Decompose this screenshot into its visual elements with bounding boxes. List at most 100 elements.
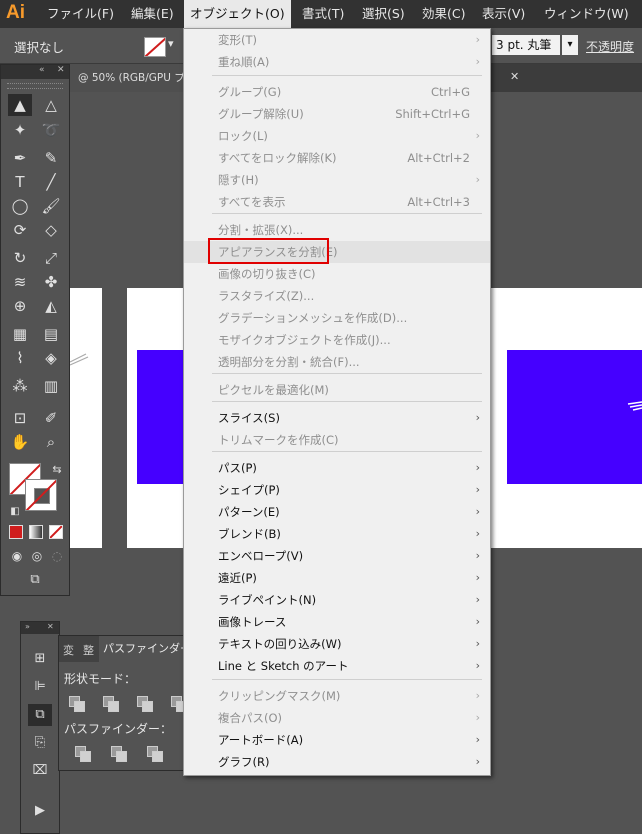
menu-item[interactable]: エンベロープ(V) › [184, 545, 490, 567]
expand-icon[interactable]: » [25, 622, 30, 631]
pen-tool-icon[interactable]: ✒ [8, 147, 32, 169]
menu-item-label: パス(P) [218, 461, 257, 475]
default-colors-icon[interactable]: ◧ [3, 501, 27, 523]
menu-file[interactable]: ファイル(F) [47, 0, 114, 28]
type-tool-icon[interactable]: T [8, 171, 32, 193]
actions-play-icon[interactable]: ▶ [28, 800, 52, 822]
swap-fill-stroke-icon[interactable]: ⇆ [45, 459, 69, 481]
shape-builder-tool-icon[interactable]: ⊕ [8, 295, 32, 317]
lasso-tool-icon[interactable]: ➰ [39, 119, 63, 141]
merge-icon[interactable] [147, 746, 163, 762]
menu-type[interactable]: 書式(T) [302, 0, 344, 28]
paintbrush-tool-icon[interactable]: 🖌 [39, 195, 63, 217]
eraser-tool-icon[interactable]: ◇ [39, 219, 63, 241]
line-tool-icon[interactable]: ╱ [39, 171, 63, 193]
menu-item: 画像の切り抜き(C) [184, 263, 490, 285]
menu-effect[interactable]: 効果(C) [422, 0, 465, 28]
menu-item[interactable]: 画像トレース › [184, 611, 490, 633]
gradient-mode-icon[interactable] [29, 525, 43, 539]
menu-window[interactable]: ウィンドウ(W) [544, 0, 629, 28]
selection-tool-icon[interactable]: ▲ [8, 94, 32, 116]
menu-item-shortcut: Alt+Ctrl+3 [407, 195, 470, 209]
menu-item-label: ブレンド(B) [218, 527, 281, 541]
menu-item-label: スライス(S) [218, 411, 280, 425]
chevron-right-icon: › [475, 615, 480, 628]
zoom-tool-icon[interactable]: ⌕ [39, 431, 63, 453]
perspective-grid-tool-icon[interactable]: ◭ [39, 295, 63, 317]
document-tab[interactable]: @ 50% (RGB/GPU プ [70, 64, 185, 92]
menu-item[interactable]: パターン(E) › [184, 501, 490, 523]
menu-select[interactable]: 選択(S) [362, 0, 405, 28]
puppet-warp-tool-icon[interactable]: ✤ [39, 271, 63, 293]
rotate-tool-icon[interactable]: ↻ [8, 247, 32, 269]
menu-item: 重ね順(A) › [184, 51, 490, 73]
none-mode-icon[interactable] [49, 525, 63, 539]
magic-wand-tool-icon[interactable]: ✦ [8, 119, 32, 141]
menu-object[interactable]: オブジェクト(O) [184, 0, 291, 28]
chevron-right-icon: › [475, 55, 480, 68]
export-panel-icon[interactable]: ⎘ [28, 732, 52, 754]
scale-tool-icon[interactable]: ⤢ [39, 247, 63, 269]
panel-header[interactable]: «✕ [1, 65, 69, 79]
blue-rectangle-right [507, 350, 642, 484]
tab-pathfinder[interactable]: パスファインダー [99, 636, 195, 662]
menu-item[interactable]: シェイプ(P) › [184, 479, 490, 501]
menu-item[interactable]: テキストの回り込み(W) › [184, 633, 490, 655]
menu-item: すべてをロック解除(K) Alt+Ctrl+2 [184, 147, 490, 169]
shaper-tool-icon[interactable]: ⟳ [8, 219, 32, 241]
ellipse-tool-icon[interactable]: ◯ [8, 195, 32, 217]
stroke-color-box[interactable] [25, 479, 57, 511]
menu-item[interactable]: ブレンド(B) › [184, 523, 490, 545]
color-mode-icon[interactable] [9, 525, 23, 539]
stroke-profile-field[interactable]: 3 pt. 丸筆 [492, 35, 560, 55]
align-panel-icon[interactable]: ⊫ [28, 676, 52, 698]
mesh-tool-icon[interactable]: ▦ [8, 323, 32, 345]
pathfinder-panel-icon[interactable]: ⧉ [28, 704, 52, 726]
menu-item[interactable]: スライス(S) › [184, 407, 490, 429]
close-icon[interactable]: ✕ [57, 65, 65, 75]
collapse-icon[interactable]: « [39, 65, 45, 75]
menu-item[interactable]: アートボード(A) › [184, 729, 490, 751]
fill-swatch[interactable] [144, 37, 166, 57]
chevron-down-icon[interactable]: ▾ [562, 35, 578, 55]
minus-front-icon[interactable] [103, 696, 119, 712]
symbol-sprayer-tool-icon[interactable]: ⁂ [8, 375, 32, 397]
tab-transform[interactable]: 変 [63, 642, 74, 658]
menu-item-label: 画像トレース [218, 615, 287, 629]
menu-edit[interactable]: 編集(E) [131, 0, 174, 28]
chevron-right-icon: › [475, 571, 480, 584]
shape-modes-label: 形状モード： [64, 672, 137, 686]
menu-view[interactable]: 表示(V) [482, 0, 525, 28]
chevron-down-icon[interactable]: ▾ [168, 37, 174, 50]
menu-item[interactable]: パス(P) › [184, 457, 490, 479]
panel-header[interactable]: » ✕ [21, 622, 59, 634]
highlight-box [208, 238, 329, 264]
opacity-label[interactable]: 不透明度 [586, 38, 634, 55]
trim-icon[interactable] [111, 746, 127, 762]
slice-tool-icon[interactable]: ✐ [39, 407, 63, 429]
width-tool-icon[interactable]: ≋ [8, 271, 32, 293]
image-trace-panel-icon[interactable]: ⌧ [28, 760, 52, 782]
draw-inside-icon[interactable]: ◌ [45, 545, 69, 567]
close-icon[interactable]: ✕ [47, 622, 54, 631]
unite-icon[interactable] [69, 696, 85, 712]
panel-grip[interactable] [7, 83, 63, 89]
eyedropper-tool-icon[interactable]: ⌇ [8, 347, 32, 369]
menu-item[interactable]: ライブペイント(N) › [184, 589, 490, 611]
menu-item[interactable]: 遠近(P) › [184, 567, 490, 589]
graph-tool-icon[interactable]: ▥ [39, 375, 63, 397]
artboard-tool-icon[interactable]: ⊡ [8, 407, 32, 429]
close-icon[interactable]: ✕ [510, 70, 519, 83]
screen-mode-icon[interactable]: ⧉ [23, 569, 47, 591]
direct-selection-tool-icon[interactable]: △ [39, 94, 63, 116]
transform-panel-icon[interactable]: ⊞ [28, 648, 52, 670]
blend-tool-icon[interactable]: ◈ [39, 347, 63, 369]
curvature-tool-icon[interactable]: ✎ [39, 147, 63, 169]
hand-tool-icon[interactable]: ✋ [8, 431, 32, 453]
intersect-icon[interactable] [137, 696, 153, 712]
menu-item[interactable]: グラフ(R) › [184, 751, 490, 773]
gradient-tool-icon[interactable]: ▤ [39, 323, 63, 345]
tab-align[interactable]: 整 [83, 642, 94, 658]
menu-item[interactable]: Line と Sketch のアート › [184, 655, 490, 677]
divide-icon[interactable] [75, 746, 91, 762]
